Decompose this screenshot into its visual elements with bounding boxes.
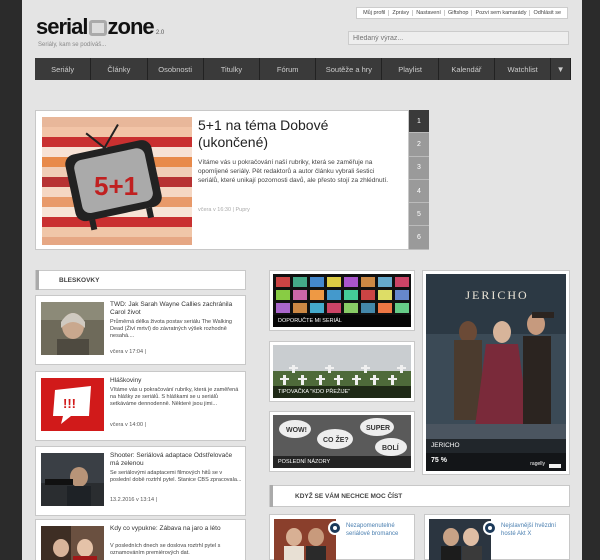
recommend-title[interactable]: Nezapomenutelné seriálové bromance bbox=[346, 522, 412, 538]
nav-item-playlist[interactable]: Playlist bbox=[382, 58, 439, 80]
main-nav: Seriály Články Osobnosti Titulky Fórum S… bbox=[35, 58, 572, 80]
nav-item-forum[interactable]: Fórum bbox=[260, 58, 317, 80]
top-links: Můj profil Zprávy Nastavení Giftshop Poz… bbox=[356, 7, 568, 19]
tv-icon bbox=[88, 20, 107, 36]
pager-button-6[interactable]: 6 bbox=[409, 226, 429, 250]
featured-article[interactable]: 5+1 5+1 na téma Dobové (ukončené) Vítáme… bbox=[35, 110, 409, 250]
poster-rating: 75 % bbox=[426, 453, 566, 471]
featured-pager: 1 2 3 4 5 6 bbox=[409, 110, 429, 250]
page: serial zone 2.0 Seriály, kam se podíváš..… bbox=[22, 0, 582, 560]
news-title[interactable]: Hláškoviny bbox=[110, 377, 242, 385]
news-thumb-hlaskoviny[interactable]: !!! bbox=[41, 378, 104, 431]
poster-rating-bar bbox=[549, 464, 561, 468]
logo-word2: zone bbox=[107, 14, 155, 39]
play-icon[interactable] bbox=[483, 521, 497, 535]
heading-accent-bar bbox=[36, 270, 39, 290]
recommend-heading: KDYŽ SE VÁM NECHCE MOC ČÍST bbox=[269, 485, 570, 507]
news-title[interactable]: TWD: Jak Sarah Wayne Callies zachránila … bbox=[110, 301, 242, 317]
link-profile[interactable]: Můj profil bbox=[360, 10, 388, 16]
site-logo[interactable]: serial zone 2.0 Seriály, kam se podíváš..… bbox=[36, 14, 165, 48]
tile-who-survives[interactable]: TIPOVAČKA "KDO PŘEŽIJE" bbox=[269, 341, 415, 402]
bubble-co-ze: CO ŽE? bbox=[323, 435, 349, 444]
pager-button-3[interactable]: 3 bbox=[409, 156, 429, 180]
featured-title[interactable]: 5+1 na téma Dobové (ukončené) bbox=[198, 117, 393, 151]
news-date: 13.2.2016 v 13:14 | bbox=[110, 497, 157, 503]
tile-caption: POSLEDNÍ NÁZORY bbox=[273, 456, 411, 468]
tile-caption: TIPOVAČKA "KDO PŘEŽIJE" bbox=[273, 386, 411, 398]
news-item[interactable]: TWD: Jak Sarah Wayne Callies zachránila … bbox=[35, 295, 246, 365]
pager-button-1[interactable]: 1 bbox=[409, 110, 429, 134]
nav-item-souteze[interactable]: Soutěže a hry bbox=[316, 58, 383, 80]
nav-item-clanky[interactable]: Články bbox=[91, 58, 148, 80]
recommend-thumb-aktax[interactable] bbox=[429, 519, 491, 560]
pager-button-5[interactable]: 5 bbox=[409, 203, 429, 227]
recommend-thumb-bromance[interactable] bbox=[274, 519, 336, 560]
recommend-item[interactable]: Nejslavnější hvězdní hosté Akt X bbox=[424, 514, 570, 560]
pager-button-2[interactable]: 2 bbox=[409, 133, 429, 157]
link-settings[interactable]: Nastavení bbox=[412, 10, 444, 16]
nav-more-icon[interactable]: ▼ bbox=[551, 58, 572, 80]
poster-caption: JERICHO bbox=[426, 439, 566, 453]
tile-latest-opinions[interactable]: WOW! CO ŽE? SUPER BOLÍ POSLEDNÍ NÁZORY bbox=[269, 411, 415, 472]
link-giftshop[interactable]: Giftshop bbox=[443, 10, 471, 16]
recommend-title[interactable]: Nejslavnější hvězdní hosté Akt X bbox=[501, 522, 567, 538]
link-logout[interactable]: Odhlásit se bbox=[529, 10, 564, 16]
featured-meta: včera v 16:30 | Pupry bbox=[198, 207, 250, 213]
slogan: Seriály, kam se podíváš... bbox=[38, 42, 107, 48]
tile-recommend-series[interactable]: DOPORUČTE MI SERIÁL bbox=[269, 270, 415, 331]
recommend-heading-text: KDYŽ SE VÁM NECHCE MOC ČÍST bbox=[295, 492, 403, 500]
poster-rater: ragelly bbox=[530, 461, 545, 467]
news-title[interactable]: Kdy co vypukne: Zábava na jaro a léto bbox=[110, 525, 242, 533]
news-text: Se seriálovými adaptacemi filmových hitů… bbox=[110, 470, 242, 483]
play-icon[interactable] bbox=[328, 521, 342, 535]
bleskovky-heading: BLESKOVKY bbox=[35, 270, 246, 290]
link-messages[interactable]: Zprávy bbox=[388, 10, 412, 16]
news-thumb-jaro[interactable] bbox=[41, 526, 104, 560]
nav-item-watchlist[interactable]: Watchlist bbox=[495, 58, 552, 80]
news-date: včera v 17:04 | bbox=[110, 349, 146, 355]
news-text: Průměrná délka života postav seriálu The… bbox=[110, 319, 232, 339]
news-item[interactable]: !!! Hláškoviny Vítáme vás u pokračování … bbox=[35, 371, 246, 441]
recommend-item[interactable]: Nezapomenutelné seriálové bromance bbox=[269, 514, 415, 560]
nav-item-osobnosti[interactable]: Osobnosti bbox=[147, 58, 204, 80]
nav-item-kalendar[interactable]: Kalendář bbox=[438, 58, 495, 80]
news-item[interactable]: Shooter: Seriálová adaptace Odstřelovače… bbox=[35, 446, 246, 516]
news-thumb-label: !!! bbox=[63, 396, 76, 411]
poster-jericho[interactable]: JERICHO JERICHO 75 % ragelly bbox=[422, 270, 570, 475]
news-text: Vítáme vás u pokračování rubriky, která … bbox=[110, 387, 239, 407]
news-date: včera v 14:00 | bbox=[110, 422, 146, 428]
link-invite[interactable]: Pozvi sem kamarády bbox=[471, 10, 529, 16]
tile-caption: DOPORUČTE MI SERIÁL bbox=[273, 315, 411, 327]
news-text: V posledních dnech se doslova roztrhl py… bbox=[110, 543, 221, 556]
search-input[interactable] bbox=[348, 31, 569, 45]
nav-item-titulky[interactable]: Titulky bbox=[203, 58, 261, 80]
bubble-wow: WOW! bbox=[286, 427, 307, 434]
bubble-boli: BOLÍ bbox=[382, 443, 400, 452]
news-title[interactable]: Shooter: Seriálová adaptace Odstřelovače… bbox=[110, 452, 242, 468]
featured-description: Vítáme vás u pokračování naší rubriky, k… bbox=[198, 159, 389, 184]
logo-version: 2.0 bbox=[155, 30, 165, 36]
bleskovky-heading-text: BLESKOVKY bbox=[59, 276, 100, 284]
featured-image[interactable]: 5+1 bbox=[42, 117, 192, 245]
nav-item-serialy[interactable]: Seriály bbox=[35, 58, 92, 80]
logo-word1: serial bbox=[36, 14, 88, 39]
news-thumb-shooter[interactable] bbox=[41, 453, 104, 506]
news-item[interactable]: Kdy co vypukne: Zábava na jaro a léto V … bbox=[35, 519, 246, 560]
bubble-super: SUPER bbox=[366, 425, 390, 432]
heading-accent-bar bbox=[270, 485, 273, 507]
pager-button-4[interactable]: 4 bbox=[409, 179, 429, 204]
featured-image-label: 5+1 bbox=[94, 171, 138, 201]
poster-title-art: JERICHO bbox=[465, 288, 528, 302]
news-thumb-carol[interactable] bbox=[41, 302, 104, 355]
